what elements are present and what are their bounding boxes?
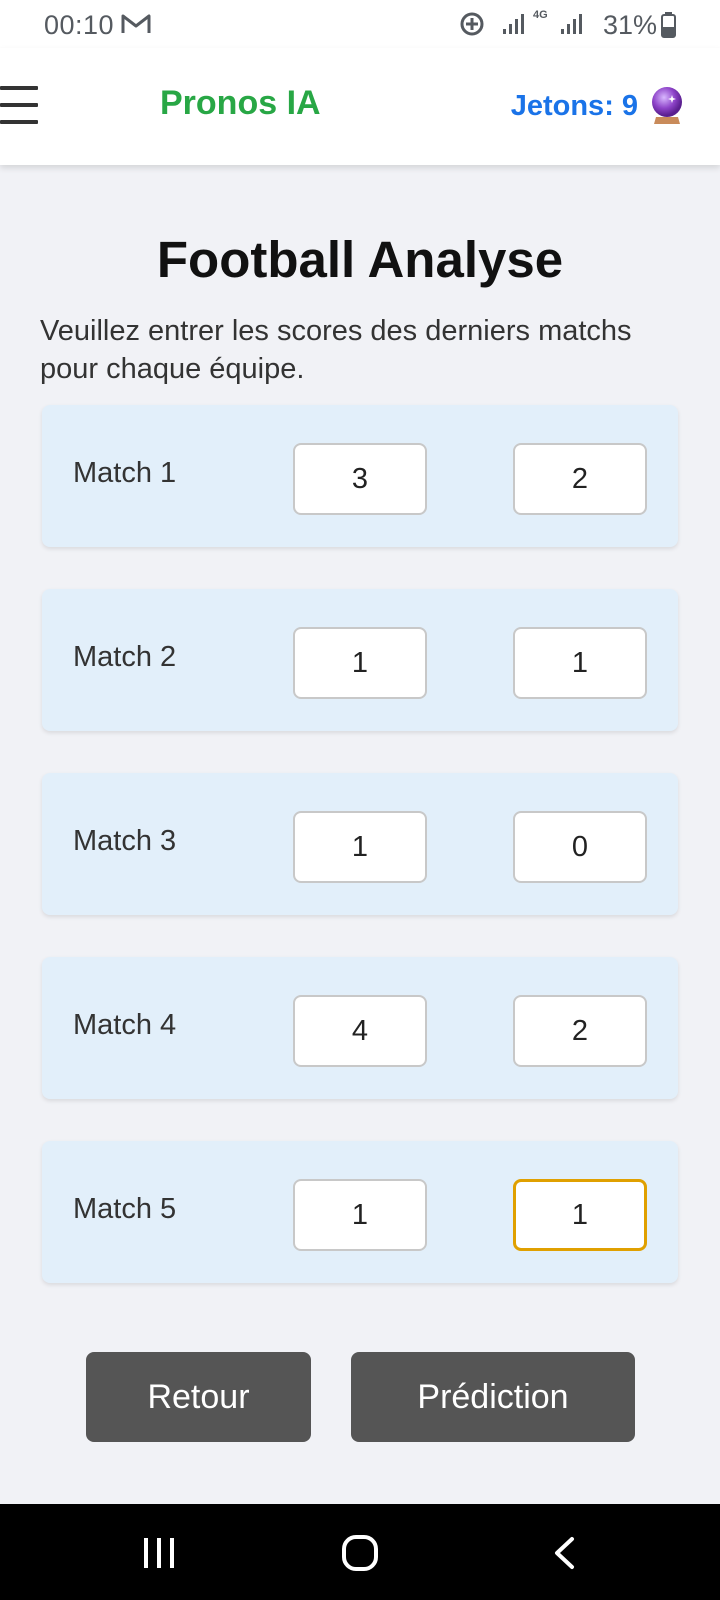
prediction-button[interactable]: Prédiction	[351, 1352, 635, 1442]
signal-icon	[503, 14, 524, 34]
instructions-text: Veuillez entrer les scores des derniers …	[40, 315, 632, 385]
app-header: Pronos IA Jetons: 9	[0, 48, 720, 165]
home-score-input[interactable]: 4	[293, 995, 427, 1067]
app-title: Pronos IA	[160, 84, 321, 122]
page-title: Football Analyse	[156, 231, 564, 288]
status-bar: 00:10 4G 31%	[0, 0, 720, 48]
home-score-input[interactable]: 3	[293, 443, 427, 515]
match-card: Match 5 1 1	[42, 1141, 678, 1283]
match-label: Match 3	[73, 825, 177, 857]
battery-percent: 31%	[603, 10, 658, 40]
match-card: Match 4 4 2	[42, 957, 678, 1099]
back-button[interactable]: Retour	[86, 1352, 311, 1442]
status-time: 00:10	[44, 10, 115, 40]
battery-icon	[661, 12, 676, 38]
back-nav-icon[interactable]	[552, 1536, 576, 1570]
recent-apps-icon[interactable]	[141, 1536, 177, 1570]
crystal-ball-icon	[652, 87, 682, 124]
match-card: Match 2 1 1	[42, 589, 678, 731]
home-icon[interactable]	[341, 1534, 379, 1572]
home-score-input[interactable]: 1	[293, 627, 427, 699]
match-label: Match 2	[73, 641, 177, 673]
away-score-input[interactable]: 1	[513, 627, 647, 699]
menu-icon[interactable]	[0, 86, 40, 126]
network-type: 4G	[533, 9, 548, 21]
signal-icon-2	[561, 14, 582, 34]
away-score-input[interactable]: 2	[513, 995, 647, 1067]
match-label: Match 1	[73, 457, 177, 489]
tokens-label: Jetons:	[510, 89, 614, 122]
away-score-input[interactable]: 2	[513, 443, 647, 515]
system-nav-bar	[0, 1504, 720, 1600]
home-score-input[interactable]: 1	[293, 811, 427, 883]
match-card: Match 1 3 2	[42, 405, 678, 547]
mail-icon	[121, 14, 151, 33]
away-score-input-focused[interactable]: 1	[513, 1179, 647, 1251]
match-label: Match 4	[73, 1009, 177, 1041]
match-card: Match 3 1 0	[42, 773, 678, 915]
tokens-count: 9	[621, 89, 638, 122]
away-score-input[interactable]: 0	[513, 811, 647, 883]
match-label: Match 5	[73, 1193, 177, 1225]
home-score-input[interactable]: 1	[293, 1179, 427, 1251]
tokens-display: Jetons: 9	[511, 86, 684, 126]
sync-icon	[460, 12, 484, 36]
